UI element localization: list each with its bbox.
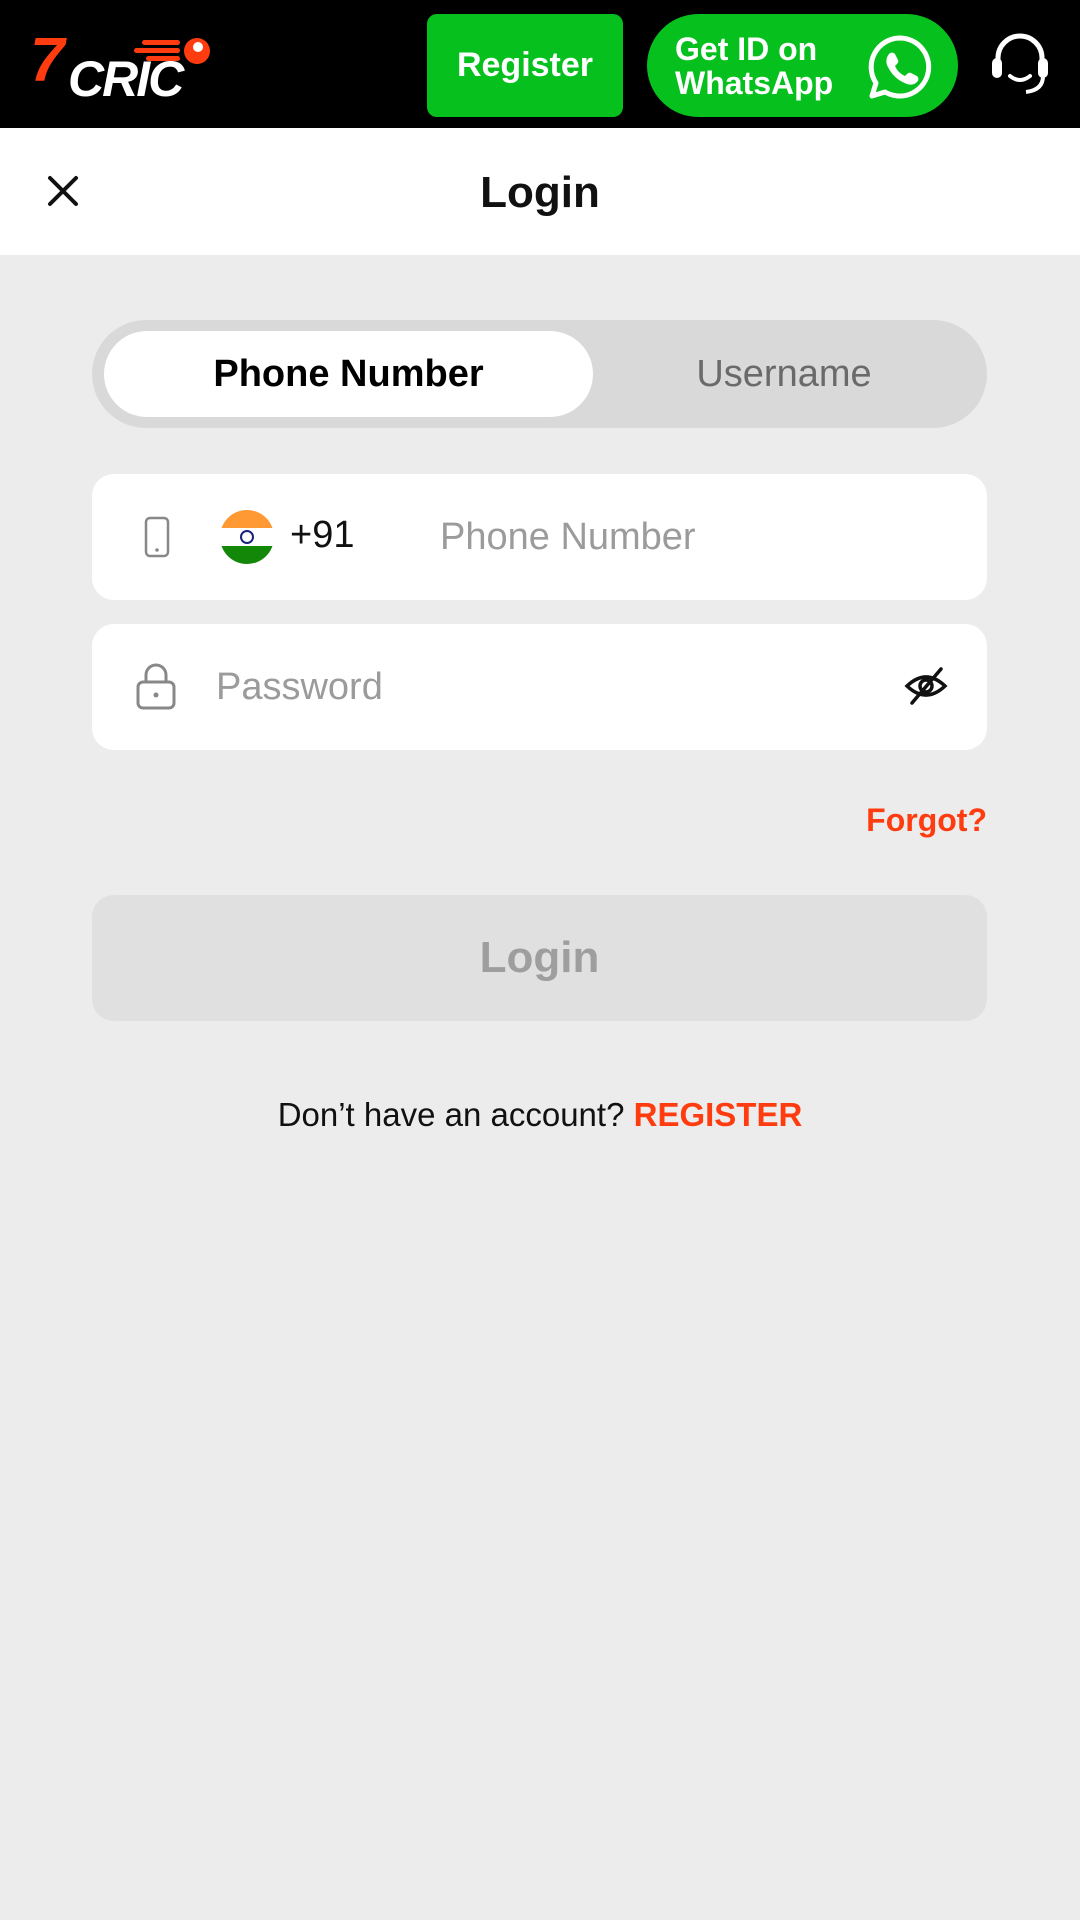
whatsapp-label-line1: Get ID on xyxy=(675,31,818,67)
7cric-logo[interactable]: 7 CRIC xyxy=(30,30,230,104)
page-title: Login xyxy=(480,168,600,217)
no-account-text: Don’t have an account? xyxy=(277,1096,625,1133)
india-flag-icon[interactable] xyxy=(220,510,274,564)
whatsapp-label-line2: WhatsApp xyxy=(675,65,834,101)
logo-streak xyxy=(142,40,180,45)
mobile-phone-icon xyxy=(144,516,170,558)
password-input[interactable] xyxy=(216,654,836,720)
customer-support-headset-icon[interactable] xyxy=(990,32,1050,96)
whatsapp-button-label: Get ID on WhatsApp xyxy=(675,32,833,100)
phone-number-input[interactable] xyxy=(440,504,940,570)
tab-username[interactable]: Username xyxy=(593,331,975,417)
cricket-ball-icon xyxy=(184,38,210,64)
login-mode-toggle: Phone Number Username xyxy=(92,320,987,428)
register-button[interactable]: Register xyxy=(427,14,623,117)
lock-icon xyxy=(136,663,176,710)
register-link[interactable]: REGISTER xyxy=(634,1096,803,1133)
phone-field: +91 xyxy=(92,474,987,600)
forgot-password-link[interactable]: Forgot? xyxy=(866,802,987,839)
password-field xyxy=(92,624,987,750)
whatsapp-icon xyxy=(868,35,932,99)
tab-phone-number[interactable]: Phone Number xyxy=(104,331,593,417)
register-prompt: Don’t have an account? REGISTER xyxy=(0,1096,1080,1134)
eye-off-icon[interactable] xyxy=(904,666,948,706)
title-bar: Login xyxy=(0,128,1080,255)
whatsapp-get-id-button[interactable]: Get ID on WhatsApp xyxy=(647,14,958,117)
top-header: 7 CRIC Register Get ID on WhatsApp xyxy=(0,0,1080,128)
login-button[interactable]: Login xyxy=(92,895,987,1021)
logo-number: 7 xyxy=(30,26,65,95)
country-code[interactable]: +91 xyxy=(290,514,354,557)
logo-word: CRIC xyxy=(68,51,184,107)
